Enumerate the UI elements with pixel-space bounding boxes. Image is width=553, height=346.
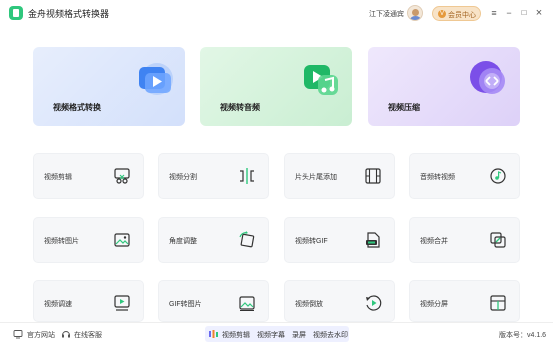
film-icon: [365, 168, 381, 184]
tool-label: 视频转GIF: [295, 238, 328, 245]
tool-label: 音频转视频: [420, 174, 455, 181]
headset-icon: [62, 331, 70, 338]
avatar[interactable]: [407, 5, 423, 21]
tool-label: 视频分割: [169, 174, 197, 181]
feature-label: 视频压缩: [388, 103, 420, 112]
vip-center-label: 会员中心: [448, 12, 476, 19]
promo-link-subtitles[interactable]: 视频字幕: [257, 330, 285, 340]
speed-icon: [114, 295, 130, 311]
tool-label: 视频剪辑: [44, 174, 72, 181]
tool-label: 视频倒放: [295, 301, 323, 308]
tool-video-reverse[interactable]: 视频倒放: [284, 280, 395, 322]
user-name[interactable]: 江下凌通宾: [369, 9, 404, 19]
tool-label: GIF转图片: [169, 301, 202, 308]
tool-gif-to-image[interactable]: GIF转图片: [158, 280, 269, 322]
tool-angle-adjust[interactable]: 角度调整: [158, 217, 269, 263]
tool-video-to-gif[interactable]: 视频转GIF: [284, 217, 395, 263]
image-icon: [114, 233, 130, 247]
online-support-link[interactable]: 在线客服: [74, 330, 102, 340]
feature-card-video-to-audio[interactable]: 视频转音频: [200, 47, 352, 126]
video-convert-icon: [139, 63, 173, 95]
tool-label: 角度调整: [169, 238, 197, 245]
minimize-icon[interactable]: −: [502, 6, 516, 20]
vip-crown-icon: V: [438, 10, 446, 18]
tool-label: 视频转图片: [44, 238, 79, 245]
tool-video-split[interactable]: 视频分割: [158, 153, 269, 199]
feature-label: 视频格式转换: [53, 103, 101, 112]
vip-center-button[interactable]: V 会员中心: [432, 6, 481, 21]
promo-link-screen-record[interactable]: 录屏: [292, 330, 306, 340]
compress-icon: [470, 61, 505, 94]
official-website-link[interactable]: 官方网站: [27, 330, 55, 340]
video-audio-icon: [304, 65, 338, 95]
gif-image-icon: [239, 296, 255, 311]
tool-label: 视频合并: [420, 238, 448, 245]
feature-card-video-compress[interactable]: 视频压缩: [368, 47, 520, 126]
promo-link-watermark-remove[interactable]: 视频去水印: [313, 330, 348, 340]
tool-video-to-image[interactable]: 视频转图片: [33, 217, 144, 263]
app-logo-icon: [9, 6, 23, 20]
maximize-icon[interactable]: □: [517, 6, 531, 20]
splitscreen-icon: [490, 295, 506, 311]
tool-video-speed[interactable]: 视频调速: [33, 280, 144, 322]
tool-label: 视频分屏: [420, 301, 448, 308]
feature-label: 视频转音频: [220, 103, 260, 112]
reverse-icon: [366, 295, 382, 311]
app-title: 金舟视频格式转换器: [28, 9, 110, 19]
tool-intro-outro[interactable]: 片头片尾添加: [284, 153, 395, 199]
feature-card-format-convert[interactable]: 视频格式转换: [33, 47, 185, 126]
rotate-icon: [239, 231, 255, 248]
title-bar: 金舟视频格式转换器 江下凌通宾 V 会员中心 ≡ − □ ×: [0, 0, 553, 28]
promo-bars-icon: [209, 330, 218, 338]
tool-split-screen[interactable]: 视频分屏: [409, 280, 520, 322]
menu-icon[interactable]: ≡: [487, 6, 501, 20]
tool-video-edit[interactable]: 视频剪辑: [33, 153, 144, 199]
tool-video-merge[interactable]: 视频合并: [409, 217, 520, 263]
music-icon: [490, 168, 506, 184]
close-icon[interactable]: ×: [532, 6, 546, 20]
status-bar: 官方网站 在线客服 视频剪辑 视频字幕 录屏 视频去水印 版本号：v4.1.6: [0, 322, 553, 346]
scissors-icon: [114, 168, 130, 184]
promo-link-video-edit[interactable]: 视频剪辑: [222, 330, 250, 340]
split-icon: [240, 168, 254, 184]
merge-icon: [490, 232, 506, 248]
website-icon: [13, 330, 23, 339]
tool-audio-to-video[interactable]: 音频转视频: [409, 153, 520, 199]
promo-links-bar: 视频剪辑 视频字幕 录屏 视频去水印: [205, 326, 349, 342]
gif-icon: [366, 232, 380, 248]
tool-label: 片头片尾添加: [295, 174, 337, 181]
tool-label: 视频调速: [44, 301, 72, 308]
version-label: 版本号：v4.1.6: [499, 332, 547, 339]
